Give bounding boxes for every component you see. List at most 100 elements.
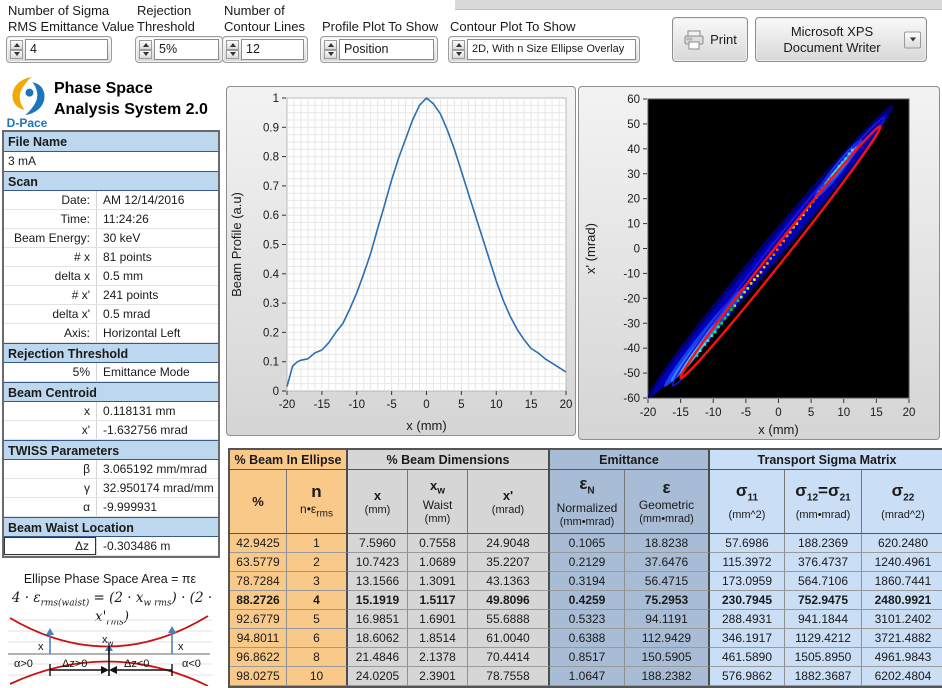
table-cell: 24.0205 bbox=[348, 667, 408, 686]
phase-space-contour-plot-panel: -20 -15 -10 -5 0 5 10 15 20 -60 -50 -40 -30 -20 -10 0 10… bbox=[578, 86, 940, 440]
beam-profile-plot-panel: -20 -15 -10 -5 0 5 10 15 20 0 0.1 0.2 0.3 0.4 0.5 0.6 0.… bbox=[226, 86, 576, 436]
table-cell: 96.8622 bbox=[230, 648, 287, 667]
table-cell: 15.1919 bbox=[348, 591, 408, 610]
table-cell: 35.2207 bbox=[468, 553, 550, 572]
contour-lines-value-field[interactable]: 12 bbox=[241, 39, 304, 60]
rejection-row: 5% Emittance Mode bbox=[4, 363, 218, 382]
table-cell: 10.7423 bbox=[348, 553, 408, 572]
table-cell: 288.4931 bbox=[710, 610, 785, 629]
window-edge-strip bbox=[455, 0, 942, 10]
beam-waist-header: Beam Waist Location bbox=[4, 517, 218, 537]
svg-text:10: 10 bbox=[837, 407, 850, 419]
print-button-label: Print bbox=[710, 32, 737, 47]
svg-text:x' (mrad): x' (mrad) bbox=[583, 223, 598, 274]
spin-up-icon[interactable] bbox=[10, 40, 23, 50]
table-cell: 49.8096 bbox=[468, 591, 550, 610]
table-cell: 115.3972 bbox=[710, 553, 785, 572]
svg-text:20: 20 bbox=[560, 399, 573, 411]
contour-lines-spinner[interactable] bbox=[226, 40, 239, 59]
profile-plot-spinner[interactable] bbox=[324, 40, 337, 59]
sigma-value-field[interactable]: 4 bbox=[25, 39, 108, 60]
rejection-spinner[interactable] bbox=[139, 40, 152, 59]
dropdown-arrow-button[interactable] bbox=[904, 31, 921, 48]
svg-text:-10: -10 bbox=[623, 268, 640, 280]
svg-text:0: 0 bbox=[775, 407, 781, 419]
table-cell: 2480.9921 bbox=[862, 591, 942, 610]
table-cell: 2 bbox=[287, 553, 348, 572]
alpha-negative-label: α<0 bbox=[182, 658, 201, 670]
table-cell: 1860.7441 bbox=[862, 572, 942, 591]
svg-text:40: 40 bbox=[627, 144, 640, 156]
contour-plot-spinner[interactable] bbox=[452, 40, 465, 59]
spin-down-icon[interactable] bbox=[10, 49, 23, 59]
beam-profile-plot-canvas: -20 -15 -10 -5 0 5 10 15 20 0 0.1 0.2 0.3 0.4 0.5 0.6 0.… bbox=[229, 93, 573, 433]
table-cell: 10 bbox=[287, 667, 348, 686]
printer-select-dropdown[interactable]: Microsoft XPS Document Writer bbox=[755, 17, 927, 62]
sigma-value-control[interactable]: 4 bbox=[6, 36, 112, 63]
scan-axis-row: Axis: Horizontal Left bbox=[4, 324, 218, 343]
spin-up-icon[interactable] bbox=[324, 40, 337, 50]
sigma-spinner[interactable] bbox=[10, 40, 23, 59]
svg-text:60: 60 bbox=[627, 94, 640, 106]
svg-text:-20: -20 bbox=[279, 399, 296, 411]
table-cell: 6 bbox=[287, 629, 348, 648]
svg-text:10: 10 bbox=[627, 219, 640, 231]
printer-icon bbox=[684, 30, 704, 49]
table-cell: 4 bbox=[287, 591, 348, 610]
centroid-xp-row: x' -1.632756 mrad bbox=[4, 421, 218, 440]
spin-up-icon[interactable] bbox=[226, 40, 239, 50]
rejection-value-field[interactable]: 5% bbox=[154, 39, 219, 60]
table-cell: 376.4737 bbox=[785, 553, 862, 572]
contour-plot-value-field[interactable]: 2D, With n Size Ellipse Overlay bbox=[467, 39, 636, 60]
table-cell: 3101.2402 bbox=[862, 610, 942, 629]
group-header-sigma-matrix: Transport Sigma Matrix bbox=[710, 450, 942, 470]
svg-text:20: 20 bbox=[627, 194, 640, 206]
svg-text:0.1: 0.1 bbox=[263, 357, 279, 369]
centroid-x-row: x 0.118131 mm bbox=[4, 402, 218, 421]
table-cell: 1129.4212 bbox=[785, 629, 862, 648]
rejection-control-label: Rejection Threshold bbox=[137, 3, 195, 34]
svg-text:-20: -20 bbox=[623, 293, 640, 305]
contour-lines-control[interactable]: 12 bbox=[222, 36, 308, 63]
rejection-threshold-control[interactable]: 5% bbox=[135, 36, 223, 63]
spin-down-icon[interactable] bbox=[324, 49, 337, 59]
file-name-value: 3 mA bbox=[8, 154, 37, 168]
twiss-gamma-row: γ 32.950174 mrad/mm bbox=[4, 479, 218, 498]
app-title-line2: Analysis System 2.0 bbox=[54, 101, 208, 118]
table-cell: 3721.4882 bbox=[862, 629, 942, 648]
spin-up-icon[interactable] bbox=[139, 40, 152, 50]
print-button[interactable]: Print bbox=[672, 17, 748, 62]
svg-text:-40: -40 bbox=[623, 343, 640, 355]
dpace-logo-icon bbox=[12, 76, 45, 116]
group-header-beam-dimensions: % Beam Dimensions bbox=[348, 450, 550, 470]
svg-text:1: 1 bbox=[273, 93, 279, 105]
table-cell: 0.4259 bbox=[550, 591, 625, 610]
profile-plot-value-field[interactable]: Position bbox=[339, 39, 434, 60]
spin-down-icon[interactable] bbox=[226, 49, 239, 59]
contour-plot-select[interactable]: 2D, With n Size Ellipse Overlay bbox=[448, 36, 640, 63]
table-cell: 78.7558 bbox=[468, 667, 550, 686]
svg-text:-15: -15 bbox=[314, 399, 331, 411]
table-cell: 0.8517 bbox=[550, 648, 625, 667]
beam-waist-diagram: x x xw α>0 α<0 Δz>0 Δz<0 bbox=[8, 615, 212, 686]
table-cell: 8 bbox=[287, 648, 348, 667]
table-cell: 1240.4961 bbox=[862, 553, 942, 572]
table-cell: 1 bbox=[287, 534, 348, 553]
table-cell: 1.0647 bbox=[550, 667, 625, 686]
chevron-down-icon bbox=[909, 37, 916, 42]
table-cell: 70.4414 bbox=[468, 648, 550, 667]
spin-down-icon[interactable] bbox=[452, 49, 465, 59]
spin-down-icon[interactable] bbox=[139, 49, 152, 59]
profile-plot-select[interactable]: Position bbox=[320, 36, 438, 63]
svg-text:0.7: 0.7 bbox=[263, 181, 279, 193]
col-header-xw: xw Waist (mm) bbox=[408, 470, 468, 534]
spin-up-icon[interactable] bbox=[452, 40, 465, 50]
scan-time-row: Time: 11:24:26 bbox=[4, 210, 218, 229]
svg-text:-50: -50 bbox=[623, 368, 640, 380]
table-cell: 98.0275 bbox=[230, 667, 287, 686]
table-cell: 0.2129 bbox=[550, 553, 625, 572]
svg-text:-10: -10 bbox=[705, 407, 722, 419]
table-cell: 576.9862 bbox=[710, 667, 785, 686]
table-cell: 57.6986 bbox=[710, 534, 785, 553]
info-panel: File Name 3 mA Scan Date: AM 12/14/2016 T… bbox=[2, 130, 220, 558]
